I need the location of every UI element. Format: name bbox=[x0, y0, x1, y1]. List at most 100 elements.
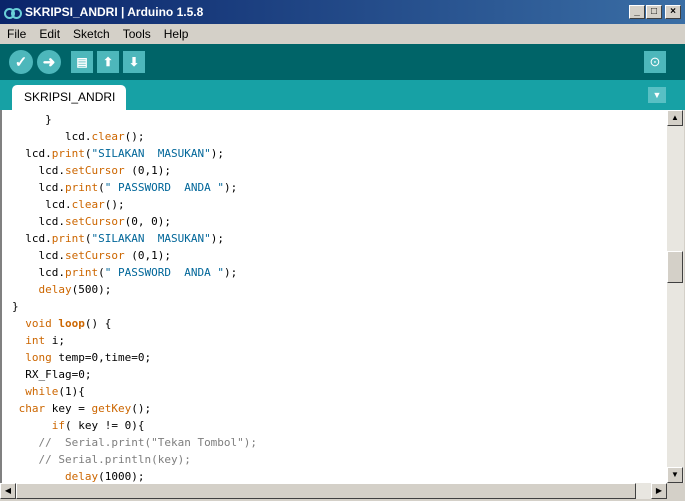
code-token: ( bbox=[84, 232, 92, 245]
code-token: () { bbox=[84, 317, 112, 330]
scrollbar-corner bbox=[667, 483, 685, 501]
code-token: temp=0,time=0; bbox=[51, 351, 152, 364]
code-token: lcd. bbox=[45, 198, 72, 211]
vertical-scrollbar[interactable]: ▲ ▼ bbox=[667, 110, 684, 483]
menu-edit[interactable]: Edit bbox=[33, 27, 66, 41]
code-line: char key = getKey(); bbox=[12, 400, 151, 417]
code-token: " PASSWORD ANDA " bbox=[104, 181, 224, 194]
code-token: (0,1); bbox=[124, 164, 171, 177]
close-button[interactable]: × bbox=[665, 5, 681, 19]
horizontal-scroll-thumb[interactable] bbox=[16, 483, 636, 499]
code-editor[interactable]: } lcd.clear(); lcd.print("SILAKAN MASUKA… bbox=[0, 110, 667, 483]
code-token: while bbox=[25, 385, 59, 398]
code-token: setCursor bbox=[65, 215, 125, 228]
arrow-down-icon: ⬇ bbox=[128, 55, 140, 69]
code-line: lcd.print(" PASSWORD ANDA "); bbox=[12, 179, 238, 196]
code-token: setCursor bbox=[65, 164, 125, 177]
toolbar: ✓ ➜ ▤ ⬆ ⬇ ⊙ bbox=[0, 44, 685, 80]
arrow-right-icon: ➜ bbox=[42, 54, 56, 71]
code-token: ); bbox=[223, 266, 238, 279]
code-token: (0,1); bbox=[124, 249, 171, 262]
code-line: // Serial.println(key); bbox=[12, 451, 191, 468]
code-token: print bbox=[51, 232, 85, 245]
code-token: setCursor bbox=[65, 249, 125, 262]
scroll-right-button[interactable]: ▶ bbox=[651, 483, 667, 499]
code-token: ( bbox=[84, 147, 92, 160]
code-line: lcd.print(" PASSWORD ANDA "); bbox=[12, 264, 238, 281]
code-token: } bbox=[12, 300, 19, 313]
vertical-scroll-thumb[interactable] bbox=[667, 251, 683, 283]
code-token: lcd. bbox=[25, 232, 52, 245]
code-token: ); bbox=[210, 147, 224, 160]
code-line: void loop() { bbox=[12, 315, 111, 332]
tab-menu-button[interactable]: ▼ bbox=[648, 87, 666, 103]
maximize-button[interactable]: □ bbox=[646, 5, 662, 19]
code-token: RX_Flag=0; bbox=[25, 368, 92, 381]
scroll-down-button[interactable]: ▼ bbox=[667, 467, 683, 483]
menu-file[interactable]: File bbox=[1, 27, 32, 41]
code-token: print bbox=[51, 147, 85, 160]
window-title: SKRIPSI_ANDRI | Arduino 1.5.8 bbox=[25, 5, 204, 19]
code-token: ( bbox=[98, 181, 105, 194]
code-line: } bbox=[12, 111, 52, 128]
arduino-logo-icon bbox=[4, 4, 22, 20]
code-token: int bbox=[25, 334, 46, 347]
code-token: (); bbox=[124, 130, 145, 143]
upload-button[interactable]: ➜ bbox=[37, 50, 61, 74]
code-token: key = bbox=[45, 402, 92, 415]
tab-skripsi-andri[interactable]: SKRIPSI_ANDRI bbox=[12, 85, 126, 110]
verify-button[interactable]: ✓ bbox=[9, 50, 33, 74]
code-token: lcd. bbox=[38, 215, 66, 228]
title-bar[interactable]: SKRIPSI_ANDRI | Arduino 1.5.8 _ □ × bbox=[0, 0, 685, 24]
code-token: i; bbox=[45, 334, 65, 347]
code-token: lcd. bbox=[25, 147, 52, 160]
scroll-up-button[interactable]: ▲ bbox=[667, 110, 683, 126]
serial-monitor-button[interactable]: ⊙ bbox=[644, 51, 666, 73]
code-token: ( key != 0){ bbox=[65, 419, 145, 432]
menu-tools[interactable]: Tools bbox=[117, 27, 157, 41]
code-token: print bbox=[65, 181, 99, 194]
code-token: char bbox=[18, 402, 46, 415]
code-line: long temp=0,time=0; bbox=[12, 349, 151, 366]
code-line: lcd.setCursor(0, 0); bbox=[12, 213, 171, 230]
code-token: "SILAKAN MASUKAN" bbox=[91, 147, 211, 160]
code-token: ( bbox=[98, 266, 105, 279]
code-token: (500); bbox=[71, 283, 112, 296]
code-token: long bbox=[25, 351, 52, 364]
open-button[interactable]: ⬆ bbox=[97, 51, 119, 73]
code-token: // Serial.print("Tekan Tombol"); bbox=[38, 436, 258, 449]
code-token: lcd. bbox=[38, 164, 66, 177]
menu-help[interactable]: Help bbox=[158, 27, 195, 41]
code-line: delay(500); bbox=[12, 281, 112, 298]
code-token: " PASSWORD ANDA " bbox=[104, 266, 224, 279]
save-button[interactable]: ⬇ bbox=[123, 51, 145, 73]
scroll-left-button[interactable]: ◀ bbox=[0, 483, 16, 499]
horizontal-scrollbar[interactable]: ◀ ▶ bbox=[0, 483, 667, 499]
code-token: (); bbox=[131, 402, 152, 415]
code-token: ); bbox=[223, 181, 238, 194]
arrow-up-icon: ⬆ bbox=[102, 55, 114, 69]
code-line: lcd.print("SILAKAN MASUKAN"); bbox=[12, 145, 224, 162]
code-line: lcd.setCursor (0,1); bbox=[12, 247, 171, 264]
new-button[interactable]: ▤ bbox=[71, 51, 93, 73]
code-line: int i; bbox=[12, 332, 65, 349]
code-token: lcd. bbox=[38, 266, 66, 279]
minimize-button[interactable]: _ bbox=[629, 5, 645, 19]
menu-sketch[interactable]: Sketch bbox=[67, 27, 116, 41]
code-token: loop bbox=[58, 317, 85, 330]
code-token: ); bbox=[210, 232, 224, 245]
